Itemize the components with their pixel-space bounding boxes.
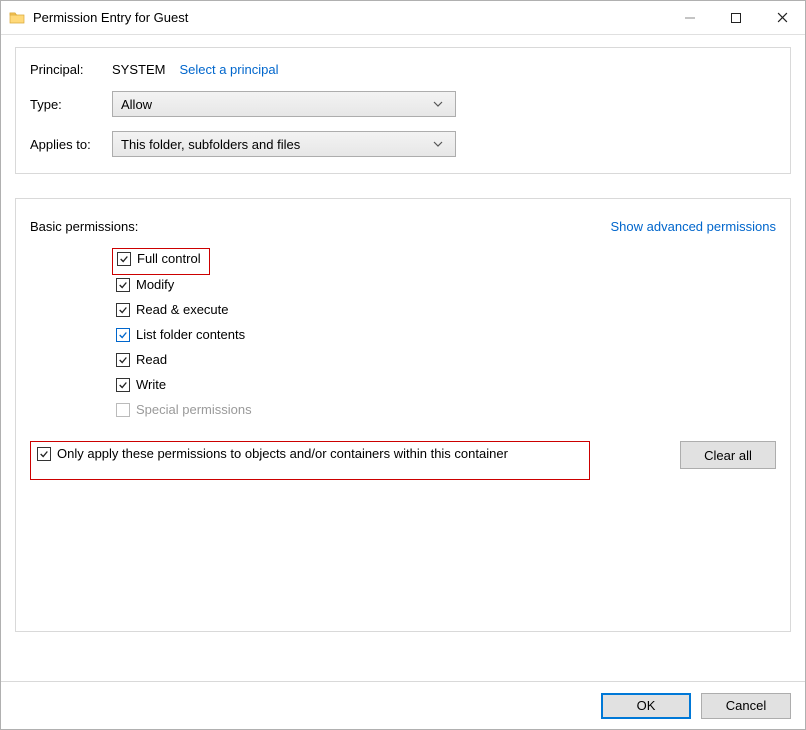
permission-label: List folder contents xyxy=(136,327,245,342)
select-principal-link[interactable]: Select a principal xyxy=(179,62,278,77)
folder-icon xyxy=(9,10,25,26)
applies-to-label: Applies to: xyxy=(30,137,112,152)
clear-all-button[interactable]: Clear all xyxy=(680,441,776,469)
principal-panel: Principal: SYSTEM Select a principal Typ… xyxy=(15,47,791,174)
permission-label: Read xyxy=(136,352,167,367)
principal-value: SYSTEM xyxy=(112,62,165,77)
close-button[interactable] xyxy=(759,2,805,34)
permission-item-highlight: Full control xyxy=(112,248,210,275)
checkbox-icon xyxy=(116,403,130,417)
ok-button[interactable]: OK xyxy=(601,693,691,719)
type-select[interactable]: Allow xyxy=(112,91,456,117)
checkbox-icon[interactable] xyxy=(37,447,51,461)
checkbox-icon[interactable] xyxy=(116,278,130,292)
maximize-button[interactable] xyxy=(713,2,759,34)
basic-permissions-label: Basic permissions: xyxy=(30,219,138,234)
applies-to-select-value: This folder, subfolders and files xyxy=(121,137,300,152)
cancel-button[interactable]: Cancel xyxy=(701,693,791,719)
permission-label: Modify xyxy=(136,277,174,292)
permission-item[interactable]: List folder contents xyxy=(112,325,776,344)
permission-label: Read & execute xyxy=(136,302,229,317)
dialog-footer: OK Cancel xyxy=(1,681,805,729)
permission-item[interactable]: Write xyxy=(112,375,776,394)
show-advanced-permissions-link[interactable]: Show advanced permissions xyxy=(611,219,776,234)
permission-item[interactable]: Read xyxy=(112,350,776,369)
titlebar: Permission Entry for Guest xyxy=(1,1,805,35)
minimize-button[interactable] xyxy=(667,2,713,34)
permission-item[interactable]: Modify xyxy=(112,275,776,294)
checkbox-icon[interactable] xyxy=(116,328,130,342)
checkbox-icon[interactable] xyxy=(116,378,130,392)
only-apply-highlight: Only apply these permissions to objects … xyxy=(30,441,590,480)
type-select-value: Allow xyxy=(121,97,152,112)
permission-label: Full control xyxy=(137,251,201,266)
permission-label: Special permissions xyxy=(136,402,252,417)
checkbox-icon[interactable] xyxy=(116,353,130,367)
applies-to-select[interactable]: This folder, subfolders and files xyxy=(112,131,456,157)
permission-item: Special permissions xyxy=(112,400,776,419)
permission-item[interactable]: Full control xyxy=(113,249,209,268)
permission-item[interactable]: Read & execute xyxy=(112,300,776,319)
type-label: Type: xyxy=(30,97,112,112)
permissions-list: Full control Modify Read & execute List … xyxy=(112,248,776,419)
window-controls xyxy=(667,2,805,34)
permissions-panel: Basic permissions: Show advanced permiss… xyxy=(15,198,791,632)
chevron-down-icon xyxy=(429,101,447,107)
window-title: Permission Entry for Guest xyxy=(33,10,188,25)
permission-label: Write xyxy=(136,377,166,392)
principal-label: Principal: xyxy=(30,62,112,77)
only-apply-checkbox-row[interactable]: Only apply these permissions to objects … xyxy=(37,446,508,461)
checkbox-icon[interactable] xyxy=(117,252,131,266)
chevron-down-icon xyxy=(429,141,447,147)
checkbox-icon[interactable] xyxy=(116,303,130,317)
only-apply-label: Only apply these permissions to objects … xyxy=(57,446,508,461)
